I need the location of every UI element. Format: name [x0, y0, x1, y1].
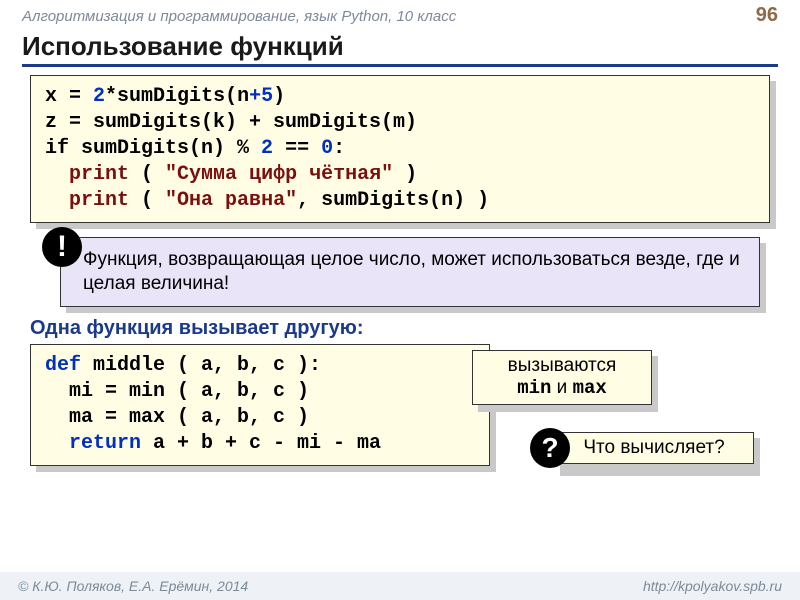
callout-text: Что вычисляет?: [583, 437, 724, 458]
slide-title: Использование функций: [22, 31, 778, 67]
slide-footer: © К.Ю. Поляков, Е.А. Ерёмин, 2014 http:/…: [0, 572, 800, 600]
code-line: if sumDigits(n) % 2 == 0:: [45, 136, 755, 162]
callout-question: Что вычисляет?: [554, 432, 754, 465]
section-subhead: Одна функция вызывает другую:: [30, 317, 770, 340]
tip-text: Функция, возвращающая целое число, может…: [83, 249, 740, 294]
code-line: def middle ( a, b, c ):: [45, 353, 475, 379]
page-number: 96: [756, 4, 778, 27]
code-line: ma = max ( a, b, c ): [45, 405, 475, 431]
question-icon: ?: [530, 428, 570, 468]
code-line: mi = min ( a, b, c ): [45, 379, 475, 405]
tip-box: Функция, возвращающая целое число, может…: [60, 237, 760, 307]
callout-line: вызываются: [487, 355, 637, 378]
slide-header: Алгоритмизация и программирование, язык …: [0, 0, 800, 29]
code-line: print ( "Она равна", sumDigits(n) ): [45, 188, 755, 214]
callout-line: min и max: [487, 377, 637, 400]
code-line: x = 2*sumDigits(n+5): [45, 84, 755, 110]
code-line: print ( "Сумма цифр чётная" ): [45, 162, 755, 188]
course-title: Алгоритмизация и программирование, язык …: [22, 8, 456, 25]
code-block-1: x = 2*sumDigits(n+5) z = sumDigits(k) + …: [30, 75, 770, 223]
callout-minmax: вызываются min и max: [472, 350, 652, 406]
code-block-2: def middle ( a, b, c ): mi = min ( a, b,…: [30, 344, 490, 466]
footer-url: http://kpolyakov.spb.ru: [643, 578, 782, 594]
code-line: return a + b + c - mi - ma: [45, 431, 475, 457]
exclamation-icon: !: [42, 227, 82, 267]
code-line: z = sumDigits(k) + sumDigits(m): [45, 110, 755, 136]
footer-copyright: © К.Ю. Поляков, Е.А. Ерёмин, 2014: [18, 578, 248, 594]
